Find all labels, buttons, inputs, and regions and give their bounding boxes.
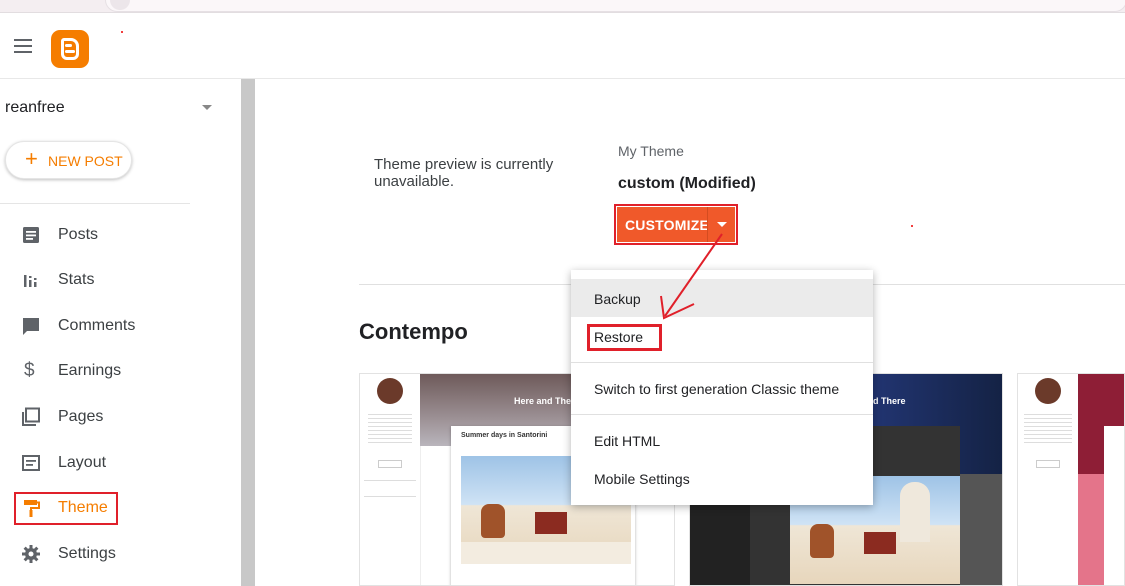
annotation-arrow [660, 233, 723, 320]
